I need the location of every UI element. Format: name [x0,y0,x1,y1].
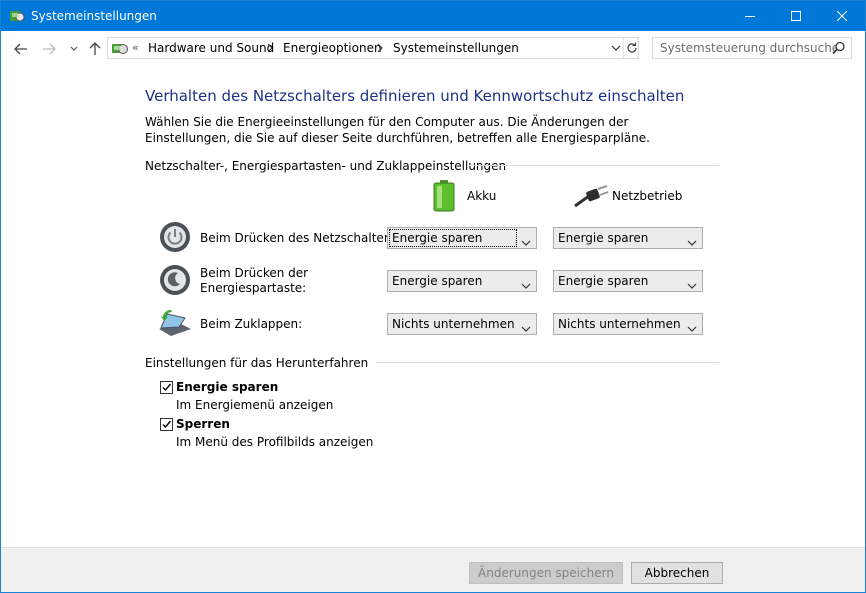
column-header-battery: Akku [467,189,497,203]
sleep-checkbox-label[interactable]: Energie sparen [176,380,278,394]
power-button-battery-select[interactable]: Energie sparen [387,227,537,249]
group-divider [467,165,719,166]
refresh-button[interactable] [623,38,640,58]
select-value: Nichts unternehmen [558,317,681,331]
select-value: Energie sparen [392,274,483,288]
sleep-button-plugged-select[interactable]: Energie sparen [553,270,703,292]
chevron-down-icon [687,278,697,289]
address-bar[interactable]: « Hardware und Sound Energieoptionen Sys… [107,37,639,59]
sleep-button-battery-select[interactable]: Energie sparen [387,270,537,292]
chevron-down-icon [687,235,697,246]
select-value: Energie sparen [558,231,649,245]
select-value: Energie sparen [392,231,483,245]
breadcrumb-systemeinstellungen[interactable]: Systemeinstellungen [393,41,519,55]
intro-text: Wählen Sie die Energieeinstellungen für … [145,115,650,145]
cancel-button[interactable]: Abbrechen [631,562,723,584]
breadcrumb-hardware-sound[interactable]: Hardware und Sound [148,41,274,55]
main-content: Verhalten des Netzschalters definieren u… [1,67,865,547]
minimize-button[interactable] [727,1,773,31]
chevron-down-icon [521,235,531,246]
group-divider [376,362,719,363]
sleep-checkbox[interactable] [160,381,173,394]
row-label-lid-close: Beim Zuklappen: [200,317,303,331]
row-label-sleep-button: Beim Drücken der Energiespartaste: [200,266,309,295]
forward-button[interactable] [39,39,59,59]
control-panel-icon [111,40,129,56]
lock-checkbox-description: Im Menü des Profilbilds anzeigen [176,435,374,449]
group-title-power-buttons: Netzschalter-, Energiespartasten- und Zu… [145,159,507,173]
save-changes-button[interactable]: Änderungen speichern [469,562,623,584]
search-input[interactable] [653,38,836,58]
power-plug-icon [573,184,609,211]
breadcrumb-separator-icon[interactable] [376,42,384,53]
chevron-down-icon [521,278,531,289]
title-bar[interactable]: Systemeinstellungen [1,1,865,31]
recent-locations-dropdown[interactable] [64,39,84,59]
address-dropdown-button[interactable] [608,38,624,58]
group-title-shutdown: Einstellungen für das Herunterfahren [145,356,369,370]
page-title: Verhalten des Netzschalters definieren u… [145,87,685,105]
maximize-button[interactable] [773,1,819,31]
control-panel-icon [9,8,25,24]
back-button[interactable] [11,39,31,59]
select-value: Energie sparen [558,274,649,288]
window-title: Systemeinstellungen [31,9,157,23]
chevron-down-icon [521,321,531,332]
lid-close-battery-select[interactable]: Nichts unternehmen [387,313,537,335]
column-header-plugged: Netzbetrieb [612,189,683,203]
select-value: Nichts unternehmen [392,317,515,331]
lock-checkbox-label[interactable]: Sperren [176,417,230,431]
row-label-power-button: Beim Drücken des Netzschalters: [200,231,400,245]
breadcrumb-separator-icon[interactable] [266,42,274,53]
search-icon[interactable] [832,41,846,55]
window: Systemeinstellungen « Hardware und Sound… [0,0,866,593]
power-button-plugged-select[interactable]: Energie sparen [553,227,703,249]
power-button-icon [159,221,191,256]
laptop-lid-icon [157,307,193,342]
breadcrumb-energieoptionen[interactable]: Energieoptionen [283,41,382,55]
search-box[interactable] [652,37,852,59]
footer-bar: Änderungen speichern Abbrechen [1,547,865,592]
address-toolbar: « Hardware und Sound Energieoptionen Sys… [1,31,865,67]
lid-close-plugged-select[interactable]: Nichts unternehmen [553,313,703,335]
chevron-down-icon [687,321,697,332]
battery-icon [433,180,455,215]
close-button[interactable] [819,1,865,31]
lock-checkbox[interactable] [160,418,173,431]
up-button[interactable] [85,39,105,59]
breadcrumb-overflow[interactable]: « [132,41,139,54]
sleep-checkbox-description: Im Energiemenü anzeigen [176,398,334,412]
sleep-button-icon [159,264,191,299]
